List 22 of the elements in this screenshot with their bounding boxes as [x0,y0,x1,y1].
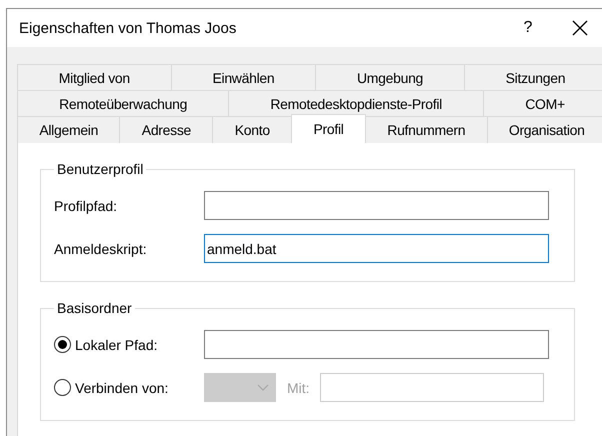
tab[interactable]: Konto [212,116,292,143]
help-button[interactable]: ? [508,12,548,44]
tab[interactable]: Allgemein [17,116,120,143]
field-label: Profilpfad: [54,198,118,214]
field-label: Mit: [287,380,310,396]
text-field[interactable] [204,330,549,359]
window-title: Eigenschaften von Thomas Joos [19,20,238,36]
radio-button[interactable]: Lokaler Pfad: [54,336,204,353]
group-title: Benutzerprofil [56,161,144,177]
text-field[interactable] [204,191,549,220]
close-icon [572,20,588,36]
tab[interactable]: Remoteüberwachung [17,90,230,117]
group-title: Basisordner [56,300,133,316]
tab[interactable]: Organisation [486,116,602,143]
tab[interactable]: Mitglied von [17,64,172,91]
field-label: Anmeldeskript: [54,240,148,256]
tab[interactable]: Profil [291,114,366,143]
chevron-down-icon [257,384,269,391]
text-field[interactable]: anmeld.bat [204,234,549,263]
tab[interactable]: Rufnummern [364,116,488,143]
radio-button[interactable]: Verbinden von: [54,379,204,396]
tab[interactable]: Adresse [119,116,214,143]
